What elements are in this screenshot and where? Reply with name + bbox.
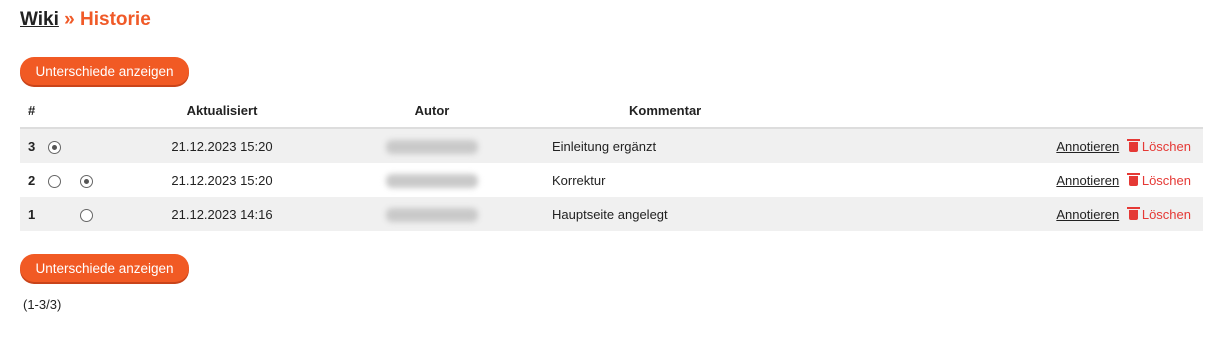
delete-link[interactable]: Löschen (1126, 206, 1191, 222)
show-diff-button-top[interactable]: Unterschiede anzeigen (20, 57, 189, 85)
version-date: 21.12.2023 15:20 (171, 172, 273, 188)
header-comment: Kommentar (532, 93, 969, 129)
version-to-radio[interactable] (80, 208, 93, 222)
table-header-row: # Aktualisiert Autor Kommentar (20, 93, 1203, 129)
author-redacted (386, 173, 478, 188)
version-comment: Hauptseite angelegt (532, 197, 969, 231)
annotate-link[interactable]: Annotieren (1056, 207, 1119, 222)
version-from-radio[interactable] (48, 140, 61, 154)
author-redacted (386, 207, 478, 222)
annotate-link[interactable]: Annotieren (1056, 173, 1119, 188)
history-table: # Aktualisiert Autor Kommentar 3 21.12.2… (20, 93, 1203, 231)
version-comment: Korrektur (552, 172, 606, 188)
version-number: 1 (20, 197, 48, 231)
header-updated: Aktualisiert (112, 93, 332, 129)
version-number: 3 (20, 128, 48, 163)
version-date: 21.12.2023 15:20 (112, 128, 332, 163)
table-row: 2 21.12.2023 15:20 Korrektur Annotieren … (20, 163, 1203, 197)
trash-icon (1126, 206, 1140, 220)
annotate-link[interactable]: Annotieren (1056, 139, 1119, 154)
breadcrumb-separator: » (58, 9, 81, 30)
show-diff-button-bottom[interactable]: Unterschiede anzeigen (20, 254, 189, 282)
table-row: 1 21.12.2023 14:16 Hauptseite angelegt A… (20, 197, 1203, 231)
breadcrumb-current: Historie (80, 9, 151, 30)
trash-icon (1126, 138, 1140, 152)
pagination-count: (1-3/3) (23, 297, 62, 312)
version-number: 2 (28, 172, 36, 188)
version-to-radio[interactable] (80, 174, 93, 188)
breadcrumb-wiki-link[interactable]: Wiki (20, 9, 59, 30)
trash-icon (1126, 172, 1140, 186)
version-date: 21.12.2023 14:16 (112, 197, 332, 231)
header-num: # (20, 93, 48, 129)
version-comment: Einleitung ergänzt (532, 128, 969, 163)
version-from-radio[interactable] (48, 174, 61, 188)
page-title: Wiki » Historie (20, 8, 151, 32)
header-author: Autor (332, 93, 532, 129)
delete-link[interactable]: Löschen (1126, 138, 1191, 154)
table-row: 3 21.12.2023 15:20 Einleitung ergänzt An… (20, 128, 1203, 163)
delete-link[interactable]: Löschen (1126, 172, 1191, 188)
author-redacted (386, 139, 478, 154)
